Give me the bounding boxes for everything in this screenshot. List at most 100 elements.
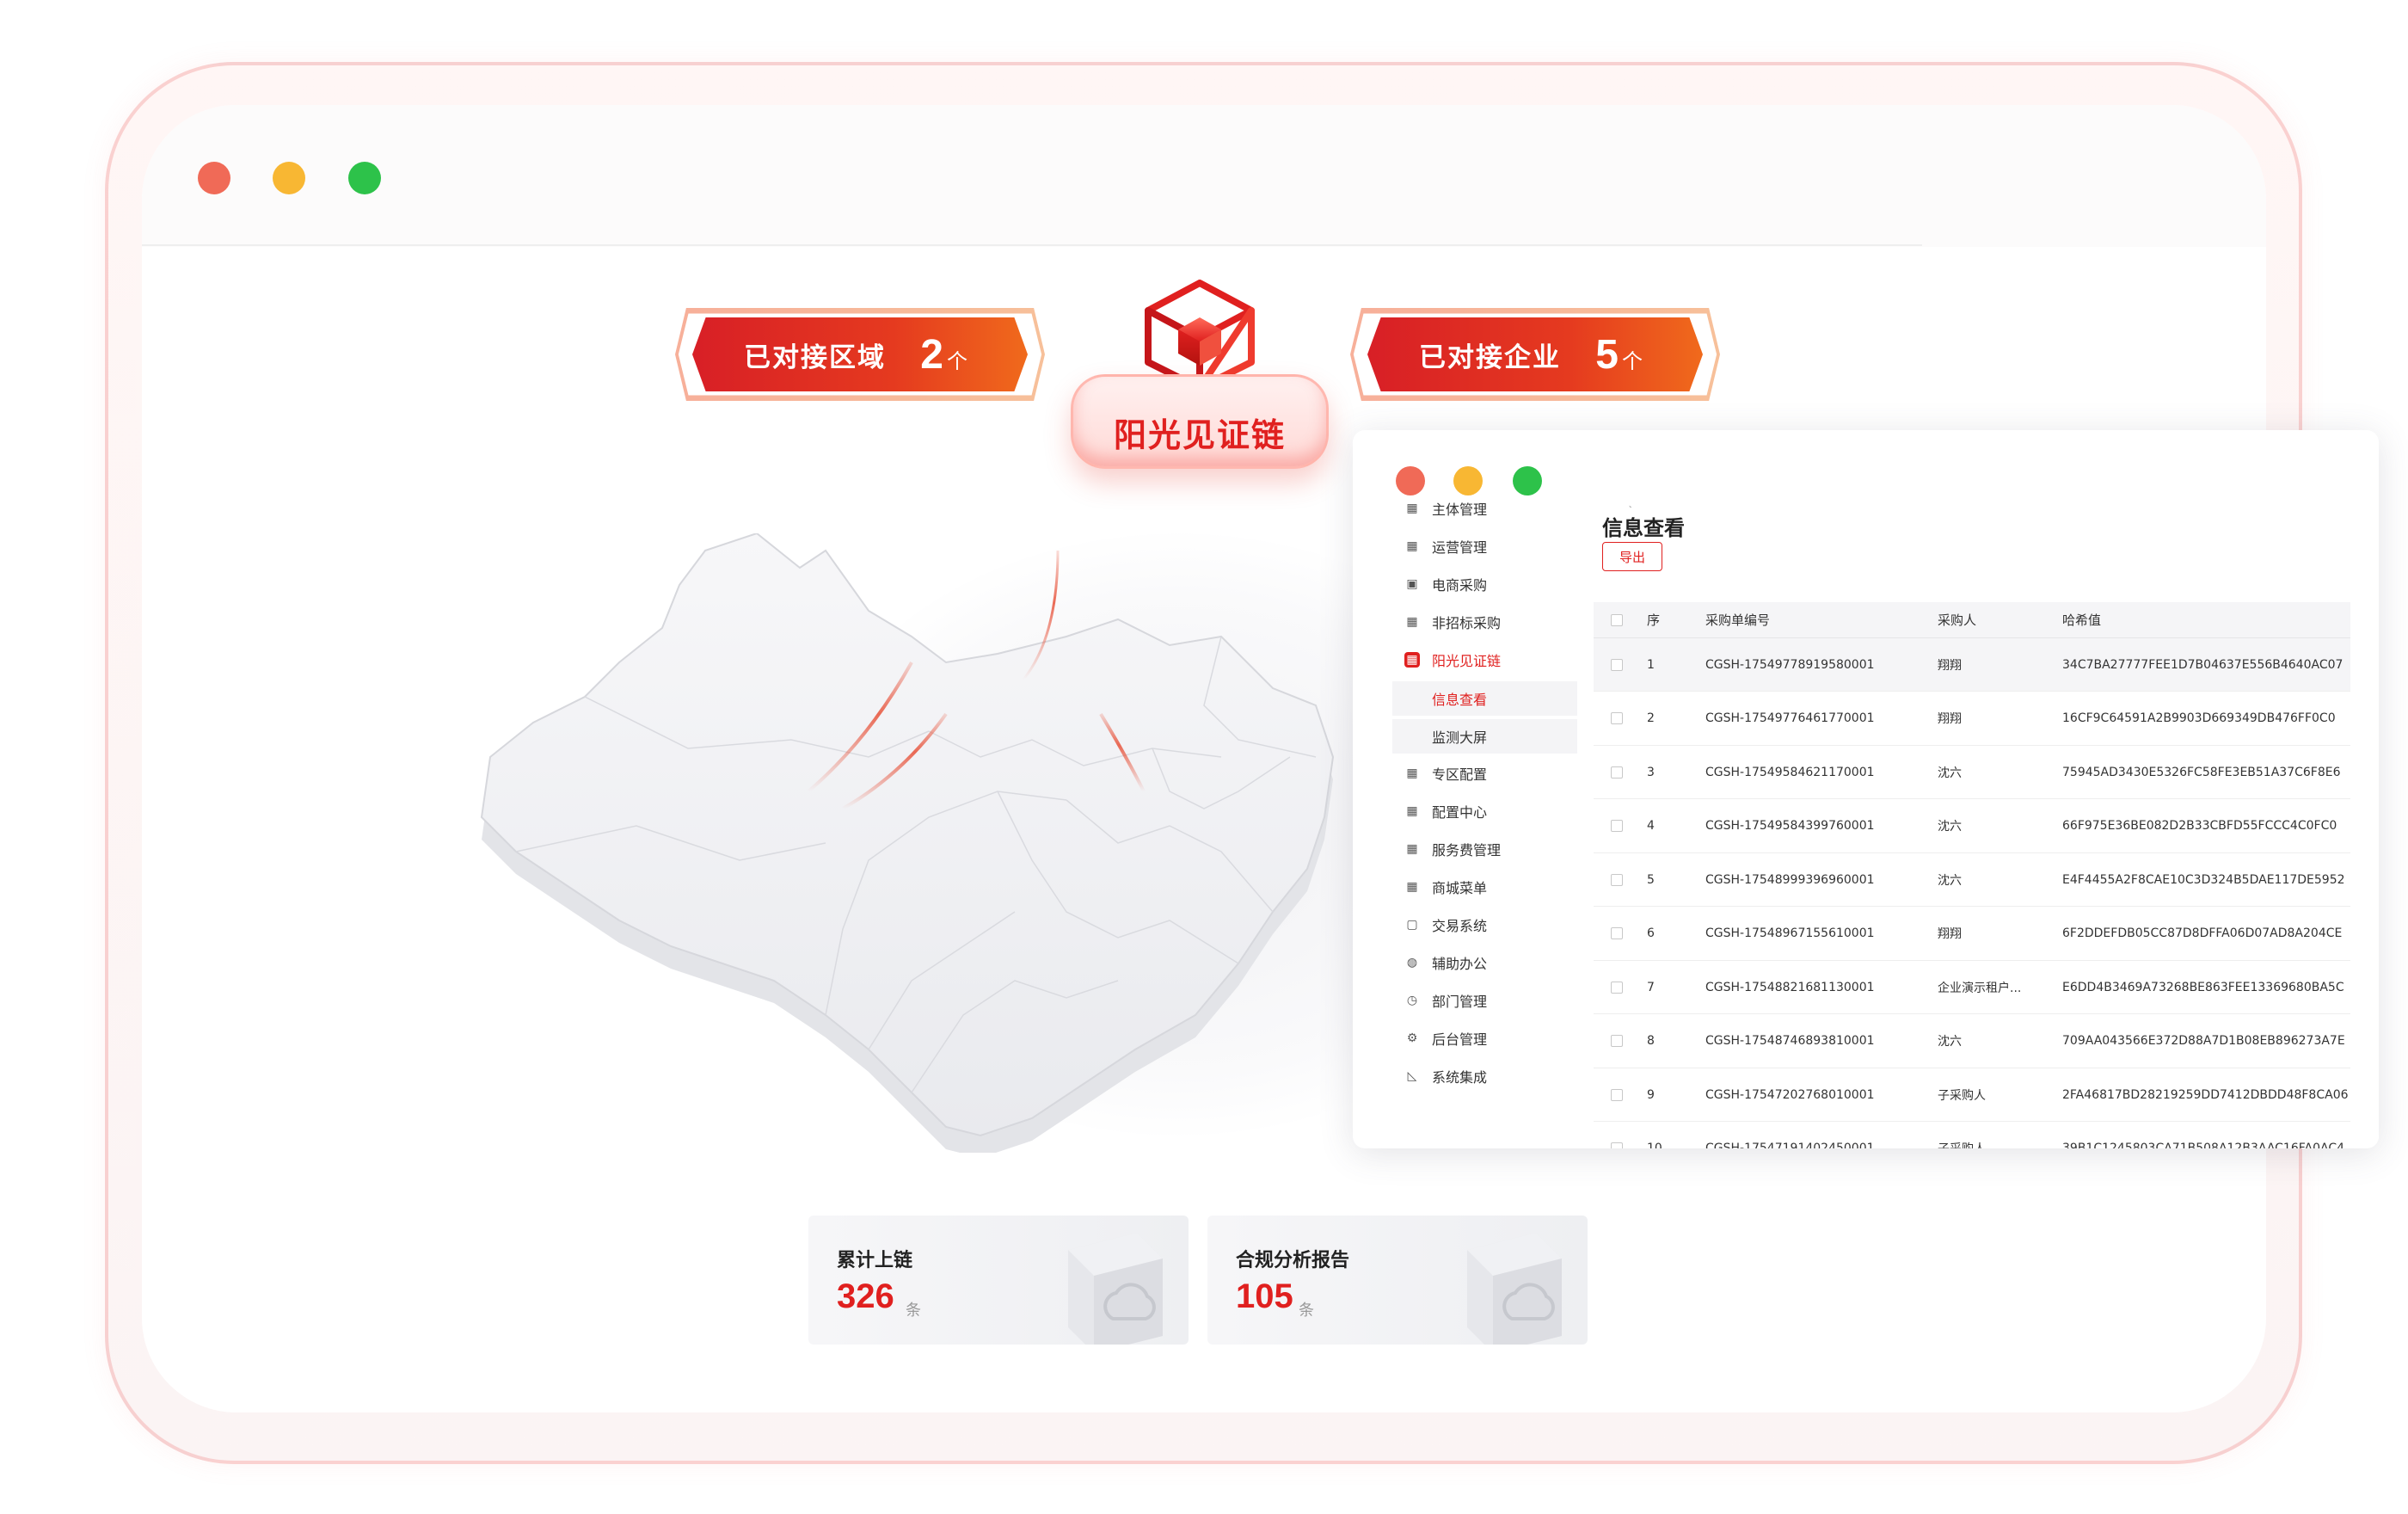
sidebar-item-label: 运营管理 bbox=[1432, 539, 1488, 556]
row-checkbox[interactable] bbox=[1611, 961, 1628, 1013]
table-cell: CGSH-17548999396960001 bbox=[1705, 872, 1875, 887]
logo-title: 阳光见证链 bbox=[1113, 416, 1286, 454]
sidebar-item-label: 辅助办公 bbox=[1432, 956, 1488, 972]
regions-count: 2 bbox=[920, 331, 943, 378]
table-cell: 709AA043566E372D88A7D1B08EB896273A7E bbox=[2062, 1034, 2345, 1048]
table-cell: 沈六 bbox=[1938, 873, 1962, 888]
window-minimize-button[interactable] bbox=[1453, 466, 1483, 495]
grid-icon: ▦ bbox=[1406, 880, 1418, 894]
enterprises-banner: 已对接企业 5 个 bbox=[1350, 308, 1720, 401]
window-close-button[interactable] bbox=[1396, 466, 1425, 495]
export-button[interactable]: 导出 bbox=[1602, 542, 1662, 571]
sidebar-item-label: 系统集成 bbox=[1432, 1069, 1488, 1086]
map-outline bbox=[480, 533, 1335, 1137]
grid-icon: ▦ bbox=[1406, 539, 1418, 553]
row-checkbox[interactable] bbox=[1611, 1015, 1628, 1068]
grid-icon: ▦ bbox=[1406, 615, 1418, 629]
table-cell: E4F4455A2F8CAE10C3D324B5DAE117DE5952 bbox=[2062, 872, 2345, 887]
sidebar-subitem[interactable]: 监测大屏 bbox=[1392, 719, 1577, 754]
table-row[interactable]: 1 CGSH-17549778919580001 翔翔 34C7BA27777FEE1… bbox=[1594, 638, 2350, 692]
row-checkbox[interactable] bbox=[1611, 638, 1628, 691]
checkbox-box bbox=[1611, 1088, 1623, 1101]
row-checkbox[interactable] bbox=[1611, 853, 1628, 906]
table-cell: CGSH-17549584621170001 bbox=[1705, 765, 1875, 779]
stat-card-compliance: 合规分析报告 105 条 bbox=[1207, 1216, 1588, 1345]
table-cell: 4 bbox=[1647, 819, 1655, 833]
checkbox-box bbox=[1611, 658, 1623, 671]
window-close-button[interactable] bbox=[198, 162, 230, 194]
table-row[interactable]: 7 CGSH-17548821681130001 企业演示租户... E6DD4B34… bbox=[1594, 961, 2350, 1014]
grid-icon: ▦ bbox=[1406, 842, 1418, 856]
settings-icon: ⚙ bbox=[1406, 1031, 1418, 1045]
grid-icon: ▦ bbox=[1406, 804, 1418, 818]
stat-card-label: 合规分析报告 bbox=[1236, 1250, 1350, 1271]
table-cell: 1 bbox=[1647, 657, 1655, 672]
row-checkbox[interactable] bbox=[1611, 1123, 1628, 1148]
row-checkbox[interactable] bbox=[1611, 800, 1628, 852]
enterprises-count: 5 bbox=[1595, 331, 1619, 378]
dashboard-titlebar bbox=[142, 105, 2266, 247]
globe-icon: ◍ bbox=[1406, 956, 1418, 969]
table-row[interactable]: 5 CGSH-17548999396960001 沈六 E4F4455A2F8CAE1… bbox=[1594, 853, 2350, 907]
table-cell: CGSH-17548821681130001 bbox=[1705, 980, 1875, 994]
table-cell: 7 bbox=[1647, 980, 1655, 994]
enterprises-label: 已对接企业 bbox=[1419, 342, 1561, 373]
grid-icon: ▦ bbox=[1406, 766, 1418, 780]
stat-card-unit: 条 bbox=[906, 1302, 921, 1320]
cloud-cube-icon bbox=[1068, 1233, 1163, 1345]
table-cell: 10 bbox=[1647, 1142, 1662, 1148]
table-cell: 沈六 bbox=[1938, 1035, 1962, 1049]
window-maximize-button[interactable] bbox=[348, 162, 381, 194]
table-cell: CGSH-17547191402450001 bbox=[1705, 1142, 1875, 1148]
table-row[interactable]: 9 CGSH-17547202768010001 子采购人 2FA46817BD282… bbox=[1594, 1068, 2350, 1122]
table-cell: 5 bbox=[1647, 872, 1655, 887]
chart-icon: ◺ bbox=[1407, 1069, 1417, 1083]
row-checkbox[interactable] bbox=[1611, 746, 1628, 798]
clock-icon: ◷ bbox=[1406, 994, 1418, 1007]
window-maximize-button[interactable] bbox=[1513, 466, 1542, 495]
column-header: 序 bbox=[1647, 612, 1661, 628]
sidebar-subitem[interactable]: 信息查看 bbox=[1392, 681, 1577, 716]
stat-card-value: 326 bbox=[837, 1277, 894, 1315]
table-row[interactable]: 10 CGSH-17547191402450001 子采购人 39B1C1245803… bbox=[1594, 1123, 2350, 1148]
window-minimize-button[interactable] bbox=[273, 162, 305, 194]
chain-logo: 阳光见证链 bbox=[1071, 280, 1329, 503]
regions-banner: 已对接区域 2 个 bbox=[675, 308, 1045, 401]
sidebar-item-label: 交易系统 bbox=[1432, 918, 1488, 934]
grid-icon: ▦ bbox=[1406, 502, 1418, 515]
checkbox-box bbox=[1611, 1035, 1623, 1047]
sidebar-item-label: 服务费管理 bbox=[1432, 842, 1502, 859]
cart-icon: ▣ bbox=[1406, 577, 1418, 591]
checkbox-box bbox=[1611, 613, 1623, 626]
table-cell: 6F2DDEFDB05CC87D8DFFA06D07AD8A204CE bbox=[2062, 926, 2343, 940]
grid-icon: ▦ bbox=[1404, 652, 1420, 668]
checkbox-box bbox=[1611, 820, 1623, 832]
table-header: 序 采购单编号 采购人 哈希值 bbox=[1594, 602, 2350, 638]
table-cell: 34C7BA27777FEE1D7B04637E556B4640AC07 bbox=[2062, 657, 2344, 672]
table-row[interactable]: 6 CGSH-17548967155610001 翔翔 6F2DDEFDB05CC87… bbox=[1594, 908, 2350, 961]
table-cell: 3 bbox=[1647, 765, 1655, 779]
table-cell: CGSH-17548746893810001 bbox=[1705, 1034, 1875, 1048]
checkbox-box bbox=[1611, 981, 1623, 994]
table-cell: 2 bbox=[1647, 711, 1655, 725]
table-cell: 翔翔 bbox=[1938, 927, 1962, 941]
table-row[interactable]: 2 CGSH-17549776461770001 翔翔 16CF9C64591A2B9… bbox=[1594, 692, 2350, 746]
table-row[interactable]: 8 CGSH-17548746893810001 沈六 709AA043566E372… bbox=[1594, 1015, 2350, 1068]
row-checkbox[interactable] bbox=[1611, 602, 1628, 637]
table-row[interactable]: 4 CGSH-17549584399760001 沈六 66F975E36BE082D… bbox=[1594, 800, 2350, 853]
china-map bbox=[480, 533, 1335, 1153]
table-cell: 沈六 bbox=[1938, 820, 1962, 834]
column-header: 采购单编号 bbox=[1705, 612, 1771, 628]
main-content: 信息查看 导出 序 采购单编号 采购人 哈希值 1 CGSH-17549778919580… bbox=[1594, 508, 2379, 1148]
table-cell: CGSH-17549584399760001 bbox=[1705, 819, 1875, 833]
cloud-cube-icon bbox=[1467, 1233, 1562, 1345]
row-checkbox[interactable] bbox=[1611, 692, 1628, 745]
checkbox-box bbox=[1611, 873, 1623, 886]
table-cell: 翔翔 bbox=[1938, 712, 1962, 726]
table-row[interactable]: 3 CGSH-17549584621170001 沈六 75945AD3430E532… bbox=[1594, 746, 2350, 799]
sidebar-subitem-label: 信息查看 bbox=[1432, 692, 1488, 708]
table-cell: 企业演示租户... bbox=[1938, 981, 2022, 995]
table-cell: CGSH-17549778919580001 bbox=[1705, 657, 1875, 672]
row-checkbox[interactable] bbox=[1611, 1068, 1628, 1121]
row-checkbox[interactable] bbox=[1611, 908, 1628, 960]
